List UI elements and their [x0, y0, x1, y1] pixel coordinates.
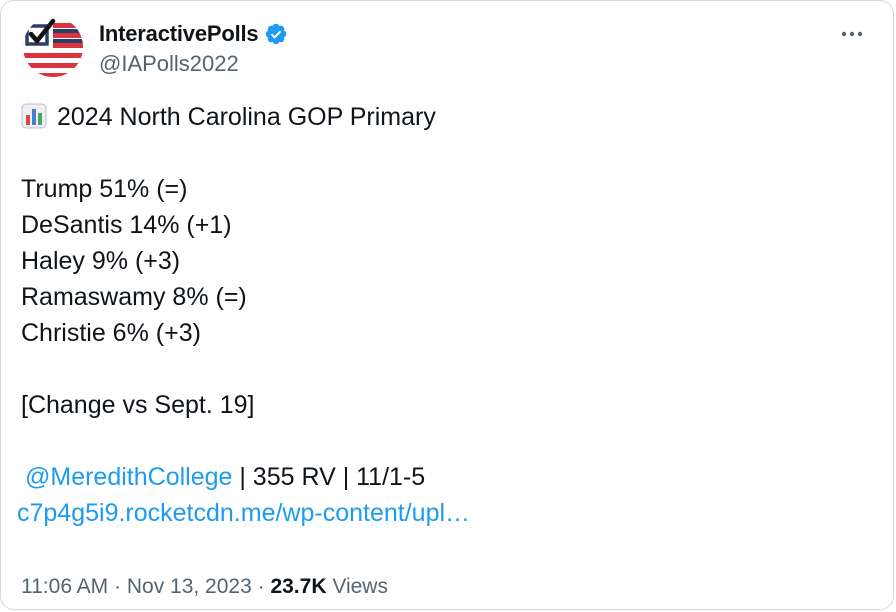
meta-separator: ·: [251, 575, 271, 598]
source-details: | 355 RV | 11/1-5: [232, 463, 426, 491]
mention-link[interactable]: @MeredithCollege: [25, 463, 232, 491]
tweet-text: 2024 North Carolina GOP Primary Trump 51…: [17, 99, 871, 531]
change-note: [Change vs Sept. 19]: [21, 391, 255, 419]
author-handle[interactable]: @IAPolls2022: [99, 51, 239, 77]
more-options-icon: [841, 31, 863, 37]
verified-badge-icon[interactable]: [264, 22, 288, 46]
tweet-meta: 11:06 AM · Nov 13, 2023 · 23.7K Views: [21, 575, 388, 599]
us-flag-checkmark-icon: [23, 17, 83, 77]
source-url-link[interactable]: c7p4g5i9.rocketcdn.me/wp-content/upl…: [17, 499, 470, 527]
post-title: 2024 North Carolina GOP Primary: [57, 103, 436, 131]
views-count[interactable]: 23.7K: [270, 575, 326, 598]
result-line: Trump 51% (=): [21, 175, 188, 203]
result-line: Ramaswamy 8% (=): [21, 283, 247, 311]
views-label: Views: [326, 575, 388, 598]
post-title-line: 2024 North Carolina GOP Primary: [21, 99, 871, 135]
author-name-row: InteractivePolls: [99, 21, 288, 47]
avatar[interactable]: [23, 17, 83, 77]
post-date[interactable]: Nov 13, 2023: [127, 575, 252, 598]
result-line: DeSantis 14% (+1): [21, 211, 232, 239]
result-line: Haley 9% (+3): [21, 247, 181, 275]
tweet-card: InteractivePolls @IAPolls2022 2024 North…: [0, 0, 894, 610]
post-time[interactable]: 11:06 AM: [21, 575, 108, 598]
bar-chart-emoji-icon: [21, 103, 47, 129]
source-line: @MeredithCollege | 355 RV | 11/1-5: [21, 459, 871, 495]
author-display-name[interactable]: InteractivePolls: [99, 21, 259, 47]
meta-separator: ·: [108, 575, 127, 598]
url-line: c7p4g5i9.rocketcdn.me/wp-content/upl…: [17, 495, 871, 531]
result-line: Christie 6% (+3): [21, 319, 201, 347]
more-options-button[interactable]: [839, 21, 865, 47]
